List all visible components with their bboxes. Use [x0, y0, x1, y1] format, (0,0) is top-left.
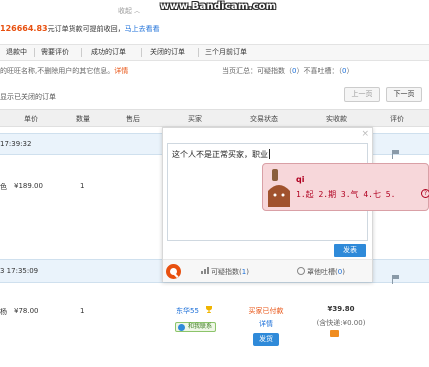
- trade-status: 买家已付款: [248, 307, 284, 315]
- complaint-count[interactable]: 罩他吐槽(0): [307, 267, 345, 277]
- col-trade-status: 交易状态: [250, 115, 278, 123]
- privacy-tip: 的旺旺名称,不删除用户的其它信息。详情: [0, 66, 128, 76]
- col-received: 实收款: [326, 115, 347, 123]
- prev-page-button[interactable]: 上一页: [344, 87, 380, 102]
- item-name[interactable]: 色: [0, 182, 7, 192]
- coupon-icon: [330, 330, 339, 337]
- item-quantity: 1: [80, 182, 85, 190]
- item-name[interactable]: 杨: [0, 307, 7, 317]
- item-unit-price: ¥78.00: [14, 307, 39, 315]
- tab-divider: [141, 48, 142, 57]
- flag-icon[interactable]: [392, 150, 400, 159]
- page-summary: 当页汇总：可疑指数（0）不喜吐槽：（0）: [222, 66, 353, 76]
- ime-mascot-icon: [266, 167, 292, 209]
- chat-icon: [178, 324, 185, 331]
- order-table-header: 单价 数量 售后 买家 交易状态 实收款 评价: [0, 109, 429, 127]
- summary-suffix: ）: [346, 67, 354, 75]
- ime-candidate-window: qi 1.起 2.期 3.气 4.七 5. ?: [262, 163, 429, 211]
- privacy-tip-detail-link[interactable]: 详情: [114, 67, 128, 75]
- received-amount: ¥39.80: [327, 305, 355, 313]
- show-closed-orders-toggle[interactable]: 显示已关闭的订单: [0, 92, 56, 102]
- notice-text: 元订单货款可提前收回，: [47, 25, 125, 33]
- tab-refunding[interactable]: 退款中: [6, 45, 27, 60]
- suspicious-index[interactable]: 可疑指数(1): [211, 267, 249, 277]
- ship-button[interactable]: 发货: [253, 333, 279, 346]
- summary-mid: ）不喜吐槽：（: [296, 67, 342, 75]
- tab-divider: [81, 48, 82, 57]
- ime-composition: qi: [296, 175, 305, 184]
- comment-text: 这个人不是正常买家，职业: [172, 150, 268, 159]
- collapse-link[interactable]: 收起: [118, 6, 132, 16]
- bar-chart-icon: [201, 267, 209, 274]
- chevron-up-icon: ︿: [134, 8, 141, 15]
- summary-prefix: 当页汇总：可疑指数（: [222, 67, 292, 75]
- ime-candidate-five-extra[interactable]: ?: [421, 189, 429, 198]
- complaint-count-label: 罩他吐槽(: [307, 268, 338, 276]
- buyer-name[interactable]: 东华55: [176, 306, 199, 316]
- tab-closed[interactable]: 关闭的订单: [150, 45, 185, 60]
- tab-divider: [198, 48, 199, 57]
- next-page-button[interactable]: 下一页: [386, 87, 422, 102]
- col-quantity: 数量: [76, 115, 90, 123]
- notice-link[interactable]: 马上去看看: [125, 25, 160, 33]
- col-after-sales: 售后: [126, 115, 140, 123]
- item-unit-price: ¥189.00: [14, 182, 43, 190]
- comment-bubble-icon: [297, 267, 305, 275]
- app-logo-icon: [165, 263, 182, 280]
- postage-info: (含快递:¥0.00): [316, 319, 366, 327]
- privacy-tip-text: 的旺旺名称,不删除用户的其它信息。: [0, 67, 115, 75]
- contact-me-button[interactable]: 和我联系: [175, 322, 217, 332]
- col-unit-price: 单价: [24, 115, 38, 123]
- order-tabs: 退款中 需要评价 成功的订单 关闭的订单 三个月前订单: [0, 44, 429, 61]
- trophy-icon: [205, 305, 213, 313]
- flag-icon[interactable]: [392, 275, 400, 284]
- tab-need-review[interactable]: 需要评价: [41, 45, 69, 60]
- order-time: 3 17:35:09: [0, 267, 39, 275]
- post-comment-button[interactable]: 发表: [334, 244, 366, 257]
- notice-amount: 126664.83: [0, 24, 48, 33]
- text-caret: [269, 149, 270, 159]
- bandicam-watermark: www.Bandicam.com: [160, 1, 277, 12]
- tab-successful[interactable]: 成功的订单: [91, 45, 126, 60]
- popup-footer: 可疑指数(1) 罩他吐槽(0): [163, 260, 372, 282]
- tab-three-months-ago[interactable]: 三个月前订单: [205, 45, 247, 60]
- item-quantity: 1: [80, 307, 85, 315]
- ime-candidates[interactable]: 1.起 2.期 3.气 4.七 5.: [296, 189, 395, 200]
- order-detail-link[interactable]: 详情: [246, 319, 286, 329]
- col-buyer: 买家: [188, 115, 202, 123]
- order-time: 17:39:32: [0, 140, 32, 148]
- contact-me-label: 和我联系: [188, 323, 213, 330]
- tab-divider: [34, 48, 35, 57]
- suspicious-index-label: 可疑指数(: [211, 268, 242, 276]
- advance-payment-notice: 126664.83元订单货款可提前收回，马上去看看: [0, 24, 160, 34]
- suspicious-index-close: ): [246, 268, 249, 276]
- complaint-count-close: ): [342, 268, 345, 276]
- close-icon[interactable]: ×: [361, 129, 369, 139]
- col-rating: 评价: [390, 115, 404, 123]
